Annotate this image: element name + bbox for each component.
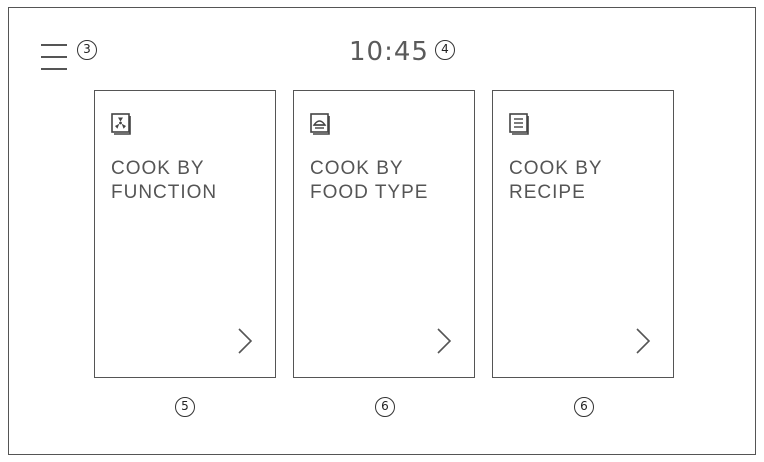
cook-by-function-card[interactable]: COOK BY FUNCTION bbox=[94, 90, 276, 378]
callout-marker-food-type: 6 bbox=[375, 397, 395, 417]
cook-by-food-type-card[interactable]: COOK BY FOOD TYPE bbox=[293, 90, 475, 378]
dish-icon bbox=[310, 113, 330, 135]
oven-display-screen: 3 10:45 4 COOK BY FUNCTION 5 COOK BY FOO… bbox=[8, 7, 756, 455]
chevron-right-icon bbox=[437, 328, 452, 354]
fan-icon bbox=[111, 113, 131, 135]
cook-by-recipe-card[interactable]: COOK BY RECIPE bbox=[492, 90, 674, 378]
chevron-right-icon bbox=[636, 328, 651, 354]
cook-by-food-type-label: COOK BY FOOD TYPE bbox=[310, 158, 429, 203]
callout-marker-clock: 4 bbox=[435, 40, 455, 60]
callout-marker-function: 5 bbox=[175, 397, 195, 417]
menu-line bbox=[41, 44, 67, 46]
clock-display: 10:45 bbox=[349, 37, 429, 67]
cook-by-recipe-label: COOK BY RECIPE bbox=[509, 158, 603, 203]
menu-button[interactable] bbox=[37, 34, 73, 74]
cook-by-function-label: COOK BY FUNCTION bbox=[111, 158, 218, 203]
recipe-book-icon bbox=[509, 113, 529, 135]
menu-line bbox=[41, 56, 67, 58]
chevron-right-icon bbox=[238, 328, 253, 354]
callout-marker-menu: 3 bbox=[77, 40, 97, 60]
menu-line bbox=[41, 68, 67, 70]
callout-marker-recipe: 6 bbox=[574, 397, 594, 417]
